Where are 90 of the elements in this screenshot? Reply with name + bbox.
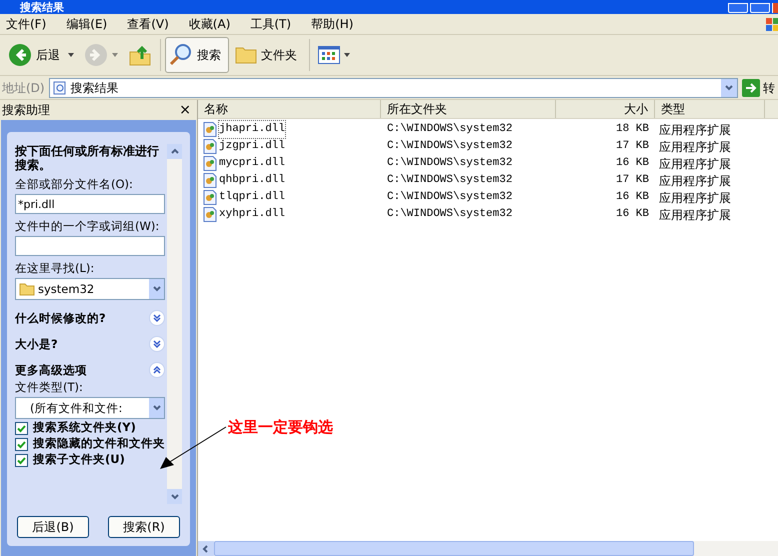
menu-item[interactable]: 收藏(A) — [182, 15, 236, 33]
field-label: 文件中的一个字或词组(W): — [15, 219, 160, 234]
checkbox[interactable] — [15, 422, 28, 435]
table-cell-text: 应用程序扩展 — [658, 206, 731, 224]
table-cell-text: 应用程序扩展 — [658, 156, 731, 172]
window-title: 搜索结果 — [18, 1, 64, 14]
table-cell-text: 应用程序扩展 — [658, 190, 731, 206]
menu-item[interactable]: 工具(T) — [244, 15, 298, 33]
field-label: 在这里寻找(L): — [15, 261, 96, 276]
table-cell-text: C:\WINDOWS\system32 — [386, 139, 514, 154]
table-cell-text: 17 KB — [614, 139, 650, 154]
close-button[interactable] — [772, 3, 778, 13]
address-field[interactable]: 搜索结果 — [48, 78, 738, 98]
table-cell-text: C:\WINDOWS\system32 — [386, 122, 514, 138]
file-name[interactable]: tlqpri.dll — [219, 189, 286, 206]
scrollbar[interactable] — [167, 144, 182, 504]
filename-field[interactable]: *pri.dll — [15, 194, 165, 214]
file-name[interactable]: xyhpri.dll — [219, 206, 286, 223]
collapse-icon[interactable] — [149, 362, 165, 378]
table-cell-text: 18 KB — [614, 122, 650, 138]
dll-file-icon — [203, 139, 217, 154]
column-header[interactable]: 所在文件夹 — [381, 100, 556, 118]
back-button[interactable]: 后退 — [4, 37, 78, 73]
dropdown-caret-icon — [112, 53, 118, 57]
file-name[interactable]: mycpri.dll — [219, 155, 286, 172]
file-name[interactable]: jhapri.dll — [219, 121, 286, 138]
folder-icon — [19, 282, 35, 296]
column-header[interactable]: 大小 — [556, 100, 655, 118]
column-header[interactable]: 名称 — [198, 100, 381, 118]
address-label: 地址(D) — [2, 80, 45, 96]
section-header[interactable]: 大小是? — [15, 336, 58, 352]
dll-file-icon — [203, 207, 217, 222]
checkbox[interactable] — [15, 454, 28, 467]
dll-file-icon — [203, 173, 217, 188]
table-cell-text: 应用程序扩展 — [658, 122, 731, 138]
file-name[interactable]: jzgpri.dll — [219, 138, 286, 155]
table-cell-text: C:\WINDOWS\system32 — [386, 156, 514, 172]
table-cell-text: C:\WINDOWS\system32 — [386, 190, 514, 206]
section-header[interactable]: 更多高级选项 — [15, 362, 87, 378]
table-cell-text: 应用程序扩展 — [658, 172, 731, 190]
search-results-icon — [52, 80, 67, 94]
search-button[interactable]: 搜索(R) — [108, 516, 180, 538]
table-cell-text: 应用程序扩展 — [658, 138, 731, 156]
table-cell-text: 17 KB — [614, 173, 650, 188]
scroll-left-icon[interactable] — [198, 541, 214, 556]
folder-up-icon — [128, 43, 152, 67]
table-cell-text: C:\WINDOWS\system32 — [386, 173, 514, 188]
annotation-text: 这里一定要钩选 — [228, 417, 333, 438]
go-button[interactable]: 转 — [742, 78, 778, 96]
menu-item[interactable]: 文件(F) — [0, 15, 52, 33]
field-label: 文件类型(T): — [15, 380, 84, 395]
checkbox-label: 搜索系统文件夹(Y) — [33, 421, 136, 434]
column-header[interactable]: 类型 — [655, 100, 765, 118]
maximize-button[interactable] — [750, 3, 770, 13]
magnifier-icon — [169, 43, 193, 67]
checkbox-label: 搜索子文件夹(U) — [33, 453, 125, 466]
menu-item[interactable]: 帮助(H) — [305, 15, 360, 33]
expand-icon[interactable] — [149, 336, 165, 352]
dll-file-icon — [203, 122, 217, 137]
checkbox-label: 搜索隐藏的文件和文件夹 — [33, 437, 165, 450]
views-icon — [318, 46, 340, 64]
table-cell-text: 16 KB — [614, 207, 650, 222]
table-cell-text: 16 KB — [614, 190, 650, 206]
menu-item[interactable]: 编辑(E) — [60, 15, 114, 33]
search-instruction: 按下面任何或所有标准进行搜索。 — [15, 144, 160, 172]
file-type-dropdown[interactable]: (所有文件和文件: — [15, 397, 165, 419]
dll-file-icon — [203, 156, 217, 171]
search-button[interactable]: 搜索 — [165, 37, 229, 73]
scroll-down-icon[interactable] — [167, 489, 182, 504]
windows-logo-icon — [764, 17, 778, 31]
dropdown-caret-icon — [344, 53, 350, 57]
checkbox[interactable] — [15, 438, 28, 451]
table-cell-text: 16 KB — [614, 156, 650, 172]
dropdown-caret-icon — [68, 53, 74, 57]
pane-close-button[interactable]: × — [179, 100, 191, 120]
back-button[interactable]: 后退(B) — [17, 516, 89, 538]
folder-icon — [235, 45, 257, 65]
menu-item[interactable]: 查看(V) — [121, 15, 175, 33]
minimize-button[interactable] — [728, 3, 748, 13]
dll-file-icon — [203, 190, 217, 205]
look-in-dropdown[interactable]: system32 — [15, 278, 165, 300]
expand-icon[interactable] — [149, 310, 165, 326]
field-label: 全部或部分文件名(O): — [15, 177, 134, 192]
table-cell-text: C:\WINDOWS\system32 — [386, 207, 514, 222]
word-field[interactable] — [15, 236, 165, 256]
folders-button[interactable]: 文件夹 — [231, 37, 305, 73]
scrollbar-thumb[interactable] — [214, 541, 694, 556]
scroll-up-icon[interactable] — [167, 144, 182, 159]
file-name[interactable]: qhbpri.dll — [219, 172, 286, 189]
pane-title: 搜索助理 — [2, 102, 50, 119]
